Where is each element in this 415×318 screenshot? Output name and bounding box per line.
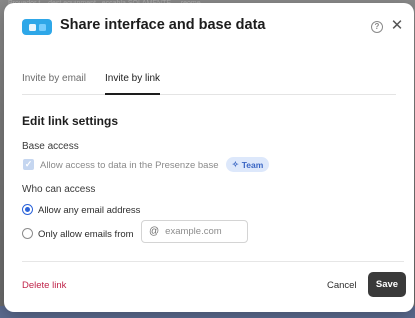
base-access-label: Base access <box>22 141 79 152</box>
radio-any-email-label: Allow any email address <box>38 205 141 216</box>
at-prefix: @ <box>149 226 160 237</box>
domain-input[interactable] <box>165 226 246 237</box>
radio-any-email[interactable] <box>22 204 33 215</box>
allow-access-label: Allow access to data in the Presenze bas… <box>40 160 219 171</box>
section-title: Edit link settings <box>22 114 119 128</box>
app-icon-square <box>28 23 36 31</box>
interface-app-icon <box>22 19 52 35</box>
delete-link-button[interactable]: Delete link <box>22 280 66 291</box>
cancel-button[interactable]: Cancel <box>327 280 357 291</box>
check-icon: ✓ <box>24 159 33 169</box>
who-can-access-label: Who can access <box>22 184 96 195</box>
allow-access-checkbox[interactable]: ✓ <box>23 159 34 170</box>
team-badge: ✧ Team <box>226 157 270 172</box>
tab-invite-by-email[interactable]: Invite by email <box>22 73 86 93</box>
radio-only-domain-label: Only allow emails from <box>38 229 134 240</box>
close-icon[interactable]: ✕ <box>390 18 404 34</box>
domain-field[interactable]: @ <box>141 220 248 243</box>
save-button[interactable]: Save <box>368 272 406 297</box>
team-badge-label: Team <box>241 159 264 170</box>
tab-invite-by-link[interactable]: Invite by link <box>105 73 161 95</box>
question-circle-icon[interactable]: ? <box>371 21 383 33</box>
tab-bar: Invite by email Invite by link <box>22 65 396 95</box>
dialog-title: Share interface and base data <box>60 17 266 33</box>
footer-divider <box>22 261 404 262</box>
radio-only-domain[interactable] <box>22 228 33 239</box>
share-dialog: Share interface and base data ? ✕ Invite… <box>4 3 414 312</box>
app-icon-square <box>38 23 46 31</box>
dialog-header: Share interface and base data ? ✕ <box>4 3 414 51</box>
sparkle-icon: ✧ <box>232 160 239 169</box>
